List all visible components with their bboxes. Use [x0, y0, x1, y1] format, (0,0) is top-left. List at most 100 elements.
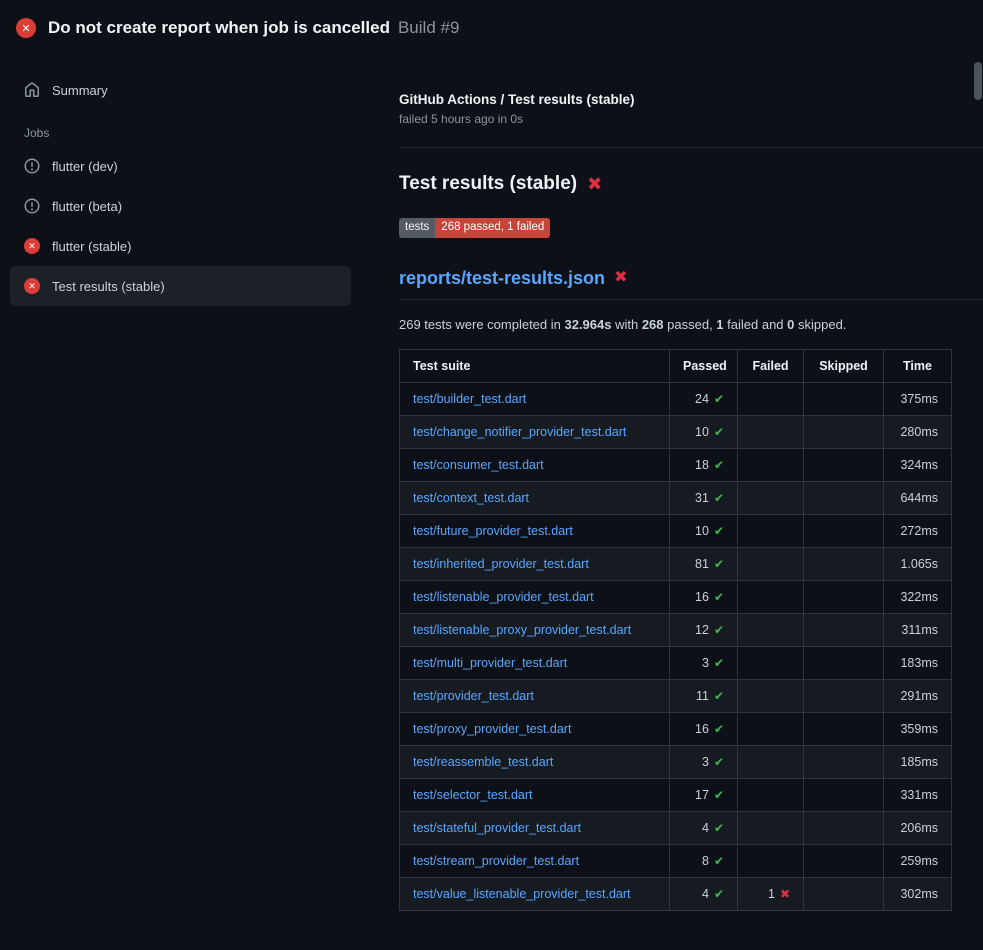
failed-cell	[738, 778, 804, 811]
passed-cell: 12 ✔	[670, 613, 738, 646]
neutral-status-icon	[24, 158, 40, 174]
test-suite-link[interactable]: test/inherited_provider_test.dart	[413, 557, 589, 571]
failed-cell	[738, 844, 804, 877]
suite-cell: test/change_notifier_provider_test.dart	[400, 415, 670, 448]
main-content: GitHub Actions / Test results (stable) f…	[360, 56, 983, 911]
test-suite-link[interactable]: test/builder_test.dart	[413, 392, 526, 406]
failed-cell	[738, 382, 804, 415]
passed-cell: 16✔	[670, 580, 738, 613]
failed-cell	[738, 415, 804, 448]
skipped-cell	[804, 580, 884, 613]
time-cell: 259ms	[884, 844, 952, 877]
sidebar: Summary Jobs flutter (dev) flutter (beta…	[0, 56, 360, 306]
test-suite-link[interactable]: test/future_provider_test.dart	[413, 524, 573, 538]
test-suite-link[interactable]: test/stateful_provider_test.dart	[413, 821, 581, 835]
suite-cell: test/context_test.dart	[400, 481, 670, 514]
test-suite-link[interactable]: test/listenable_proxy_provider_test.dart	[413, 623, 631, 637]
column-header: Passed	[670, 349, 738, 382]
section-title: Test results (stable) ✖	[399, 173, 983, 195]
test-suite-link[interactable]: test/change_notifier_provider_test.dart	[413, 425, 626, 439]
skipped-cell	[804, 745, 884, 778]
failed-cell	[738, 646, 804, 679]
failed-cell	[738, 679, 804, 712]
table-row: test/change_notifier_provider_test.dart 1…	[400, 415, 952, 448]
time-cell: 1.065s	[884, 547, 952, 580]
check-icon: ✔	[714, 854, 724, 868]
count-value: 3	[702, 755, 709, 769]
failed-cell	[738, 514, 804, 547]
skipped-cell	[804, 877, 884, 910]
test-suite-link[interactable]: test/consumer_test.dart	[413, 458, 544, 472]
check-icon: ✔	[714, 722, 724, 736]
github-checks-page: ✕ Do not create report when job is cance…	[0, 0, 983, 911]
suite-cell: test/consumer_test.dart	[400, 448, 670, 481]
failed-cell	[738, 547, 804, 580]
test-suite-link[interactable]: test/listenable_provider_test.dart	[413, 590, 594, 604]
time-cell: 375ms	[884, 382, 952, 415]
suite-cell: test/listenable_provider_test.dart	[400, 580, 670, 613]
count-value: 10	[695, 524, 709, 538]
skipped-cell	[804, 481, 884, 514]
job-label: flutter (stable)	[52, 239, 131, 254]
check-icon: ✔	[714, 590, 724, 604]
table-row: test/stateful_provider_test.dart4✔206ms	[400, 811, 952, 844]
badge-value: 268 passed, 1 failed	[435, 218, 550, 238]
failed-cell	[738, 712, 804, 745]
skipped-cell	[804, 712, 884, 745]
build-number: Build #9	[398, 18, 459, 38]
breadcrumb: GitHub Actions / Test results (stable)	[399, 92, 983, 107]
test-suite-link[interactable]: test/provider_test.dart	[413, 689, 534, 703]
table-row: test/consumer_test.dart 18✔ 324ms	[400, 448, 952, 481]
passed-cell: 18✔	[670, 448, 738, 481]
test-suite-link[interactable]: test/context_test.dart	[413, 491, 529, 505]
column-header: Time	[884, 349, 952, 382]
suite-cell: test/builder_test.dart	[400, 382, 670, 415]
table-row: test/multi_provider_test.dart3✔183ms	[400, 646, 952, 679]
test-suite-link[interactable]: test/reassemble_test.dart	[413, 755, 553, 769]
failed-x-icon: ✖	[587, 175, 602, 193]
test-suite-link[interactable]: test/proxy_provider_test.dart	[413, 722, 571, 736]
test-suite-link[interactable]: test/value_listenable_provider_test.dart	[413, 887, 631, 901]
sidebar-item-flutter-stable[interactable]: ✕ flutter (stable)	[10, 226, 351, 266]
sidebar-item-flutter-beta[interactable]: flutter (beta)	[10, 186, 351, 226]
time-cell: 311ms	[884, 613, 952, 646]
passed-cell: 4✔	[670, 877, 738, 910]
time-cell: 206ms	[884, 811, 952, 844]
count-value: 16	[695, 722, 709, 736]
table-row: test/selector_test.dart17✔331ms	[400, 778, 952, 811]
test-suite-link[interactable]: test/selector_test.dart	[413, 788, 533, 802]
failed-cell	[738, 448, 804, 481]
failed-status-icon: ✕	[16, 18, 36, 38]
skipped-cell	[804, 547, 884, 580]
skipped-cell	[804, 415, 884, 448]
divider	[399, 147, 983, 148]
passed-cell: 31✔	[670, 481, 738, 514]
test-suite-link[interactable]: test/stream_provider_test.dart	[413, 854, 579, 868]
skipped-cell	[804, 514, 884, 547]
time-cell: 331ms	[884, 778, 952, 811]
check-icon: ✔	[714, 887, 724, 901]
skipped-cell	[804, 679, 884, 712]
summary-text: failed and	[724, 317, 788, 332]
test-suite-link[interactable]: test/multi_provider_test.dart	[413, 656, 567, 670]
neutral-status-icon	[24, 198, 40, 214]
count-value: 10	[695, 425, 709, 439]
time-cell: 183ms	[884, 646, 952, 679]
suite-cell: test/reassemble_test.dart	[400, 745, 670, 778]
sidebar-item-summary[interactable]: Summary	[10, 70, 351, 110]
time-cell: 324ms	[884, 448, 952, 481]
count-value: 81	[695, 557, 709, 571]
summary-failed-count: 1	[716, 317, 723, 332]
summary-passed-count: 268	[642, 317, 664, 332]
report-link[interactable]: reports/test-results.json	[399, 268, 605, 289]
check-icon: ✔	[714, 425, 724, 439]
check-icon: ✔	[714, 623, 724, 637]
time-cell: 644ms	[884, 481, 952, 514]
count-value: 12	[695, 623, 709, 637]
scrollbar-thumb[interactable]	[974, 62, 982, 100]
table-row: test/future_provider_test.dart10✔272ms	[400, 514, 952, 547]
table-row: test/listenable_provider_test.dart16✔322…	[400, 580, 952, 613]
sidebar-item-test-results[interactable]: ✕ Test results (stable)	[10, 266, 351, 306]
failed-cell	[738, 613, 804, 646]
sidebar-item-flutter-dev[interactable]: flutter (dev)	[10, 146, 351, 186]
